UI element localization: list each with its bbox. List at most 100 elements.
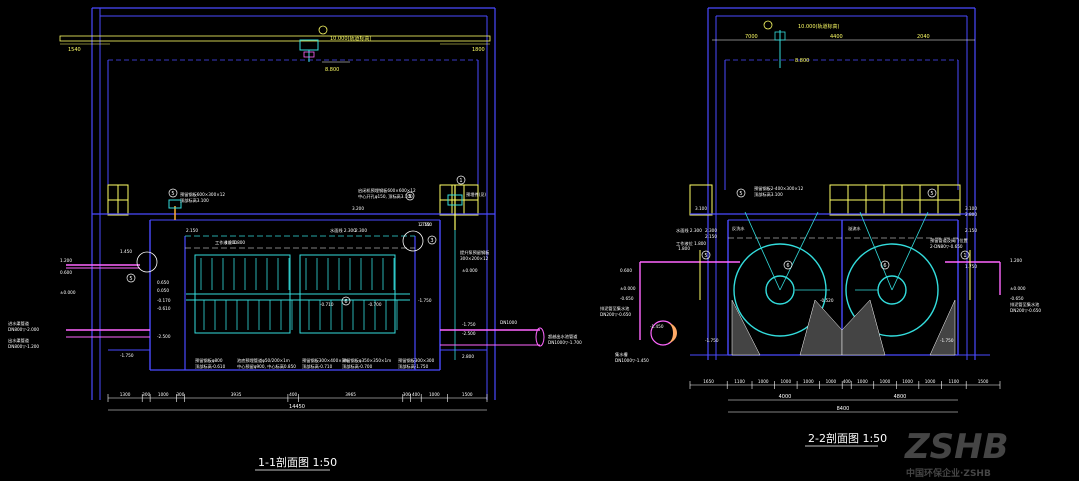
- level-label-2-7: -1.450: [650, 324, 664, 329]
- dim-1-1: 300: [142, 392, 150, 397]
- callout-1a: 5: [171, 191, 174, 197]
- dim-2-11: 1100: [948, 379, 959, 384]
- title-section-2: 2-2剖面图 1:50: [808, 431, 887, 445]
- total-dim-2: 8400: [837, 406, 850, 412]
- note-2-sewage-left: 排泥管至集水池: [600, 305, 630, 312]
- level-label-1-7: ±0.000: [60, 290, 76, 295]
- note-1-plate-4b: 顶部标高-0.700: [342, 363, 373, 370]
- note-2-plate-2: 顶部标高3.100: [754, 191, 783, 198]
- level-label-1-12: -0.700: [368, 302, 382, 307]
- note-2-sewage-right: 排泥管至集水池: [1010, 301, 1040, 308]
- note-1-lift: 提升泵预留钢板: [460, 249, 490, 256]
- note-1-plate-1b: 顶部标高-0.610: [195, 363, 226, 370]
- note-1-in-pipe-2-level: DN800▽-1.200: [8, 344, 39, 349]
- watermark-logo: ZSHB: [904, 427, 1009, 467]
- note-2-drain-level: DN1000▽-1.450: [615, 358, 649, 363]
- level-label-2-11: 2.800: [965, 212, 977, 217]
- callout-1f: 6: [344, 299, 347, 305]
- level-label-1-2: 2.300: [355, 228, 367, 233]
- dim-2-2: 1000: [758, 379, 769, 384]
- level-label-2-5: ±0.000: [620, 286, 636, 291]
- level-label-2-15: ±0.000: [1010, 286, 1026, 291]
- note-1-water-level: 水面线 2.300: [330, 227, 356, 234]
- level-label-2-2: 2.150: [705, 234, 717, 239]
- note-1-right: 预埋件(见): [466, 191, 486, 198]
- dim-top-1: 1540: [68, 47, 81, 53]
- note-1-plate-4: 预留钢板φ350×350×1m: [342, 357, 391, 364]
- level-label-1-8: 0.050: [157, 288, 169, 293]
- mid-dim-2b: 4800: [894, 394, 907, 400]
- note-2-right-label: 溢流水: [848, 225, 861, 232]
- note-2-plate: 预留钢板2-400×300×12: [754, 185, 804, 192]
- dim-1-8: 400: [412, 392, 420, 397]
- level-label-1-14: -2.500: [157, 334, 171, 339]
- note-1-overflow-level: DN1000▽-1.700: [548, 340, 582, 345]
- dim-2-10: 1000: [925, 379, 936, 384]
- note-1-in-pipe: 进水渠管道: [8, 320, 30, 327]
- level-label-1-4: 1.450: [120, 249, 132, 254]
- callout-2e: 6: [883, 263, 886, 269]
- note-2-water-level: 水面线 2.300: [676, 227, 702, 234]
- note-1-plate-2: 池底预埋管道φ50/200×1m: [237, 357, 290, 364]
- dim-1-9: 1000: [429, 392, 440, 397]
- dim-2-1: 1100: [734, 379, 745, 384]
- callout-2c: 5: [704, 253, 707, 259]
- dim-2-4: 1000: [803, 379, 814, 384]
- callout-2b: 5: [930, 191, 933, 197]
- note-1-lift-2: 300×200×12: [460, 256, 489, 261]
- note-1-valve: 启闭机预埋钢板600×600×12: [358, 187, 416, 194]
- level-label-1-11: -0.710: [320, 302, 334, 307]
- dim-1-6: 3965: [345, 392, 356, 397]
- mid-dim-2a: 4000: [779, 394, 792, 400]
- dim-top-2a: 7000: [745, 34, 758, 40]
- dim-1-0: 1300: [120, 392, 131, 397]
- dim-2-12: 1500: [978, 379, 989, 384]
- level-label-1-15: -1.750: [120, 353, 134, 358]
- dim-top-2b: 4400: [830, 34, 843, 40]
- note-1-pipe-left: 预留钢板600×300×12: [180, 191, 225, 198]
- dim-top-2: 1800: [472, 47, 485, 53]
- note-1-plate-5: 预留钢板300×300: [398, 357, 435, 364]
- callout-2d: 6: [786, 263, 789, 269]
- level-label-1-9: -0.170: [157, 298, 171, 303]
- section-1-1: 1540 1800 10.000(轨道标高) 8.800 5 5 1 5 3 6…: [8, 7, 582, 471]
- level-label-1-22: 0.650: [157, 280, 169, 285]
- note-2-right-note: 预留管道及阀门位置: [930, 237, 968, 244]
- level-label-2-4: 0.600: [620, 268, 632, 273]
- level-label-2-10: 3.100: [965, 206, 977, 211]
- note-1-in-pipe-2: 出水渠管道: [8, 337, 30, 344]
- level-label-2-1: 2.300: [705, 228, 717, 233]
- elev-rail-1: 10.000(轨道标高): [330, 35, 371, 42]
- dim-1-3: 300: [176, 392, 184, 397]
- level-label-2-14: 1.200: [1010, 258, 1022, 263]
- level-label-1-18: 2.800: [462, 354, 474, 359]
- note-1-valve-2: 中心开孔φ150, 顶标高3.100: [358, 193, 413, 200]
- level-label-2-3: 1.800: [678, 246, 690, 251]
- watermark: ZSHB 中国环保企业·ZSHB: [904, 427, 1009, 479]
- level-label-1-10: -0.610: [157, 306, 171, 311]
- note-1-in-pipe-level: DN800▽-2.000: [8, 327, 39, 332]
- note-2-center-level: -0.520: [820, 298, 834, 303]
- level-label-2-12: 2.150: [965, 228, 977, 233]
- note-2-right-note-2: 2-DN80▽-0.650: [930, 244, 963, 249]
- callout-1d: 5: [129, 276, 132, 282]
- level-label-1-0: 3.200: [352, 206, 364, 211]
- callout-2a: 5: [739, 191, 742, 197]
- dim-2-7: 1000: [857, 379, 868, 384]
- elev-crane-1: 8.800: [325, 67, 339, 73]
- level-label-1-17: -2.500: [462, 331, 476, 336]
- watermark-sub: 中国环保企业·ZSHB: [906, 467, 991, 479]
- level-label-1-16: -1.750: [462, 322, 476, 327]
- dim-2-5: 1000: [826, 379, 837, 384]
- section-2-2: 7000 4400 2040 10.000(轨道标高) 8.800 5 5 5 …: [600, 7, 1041, 447]
- level-label-2-16: -0.650: [1010, 296, 1024, 301]
- note-1-plate-3b: 顶部标高-0.710: [302, 363, 333, 370]
- level-label-2-6: -0.650: [620, 296, 634, 301]
- note-1-overflow: 超越出水池管道: [548, 333, 578, 340]
- note-2-left-label: 反洗水: [732, 225, 745, 232]
- dim-2-8: 1000: [880, 379, 891, 384]
- level-label-2-0: 3.100: [695, 206, 707, 211]
- dim-2-9: 1000: [902, 379, 913, 384]
- note-1-plate-1: 预留钢板φ800: [195, 357, 223, 364]
- level-label-1-5: 1.200: [60, 258, 72, 263]
